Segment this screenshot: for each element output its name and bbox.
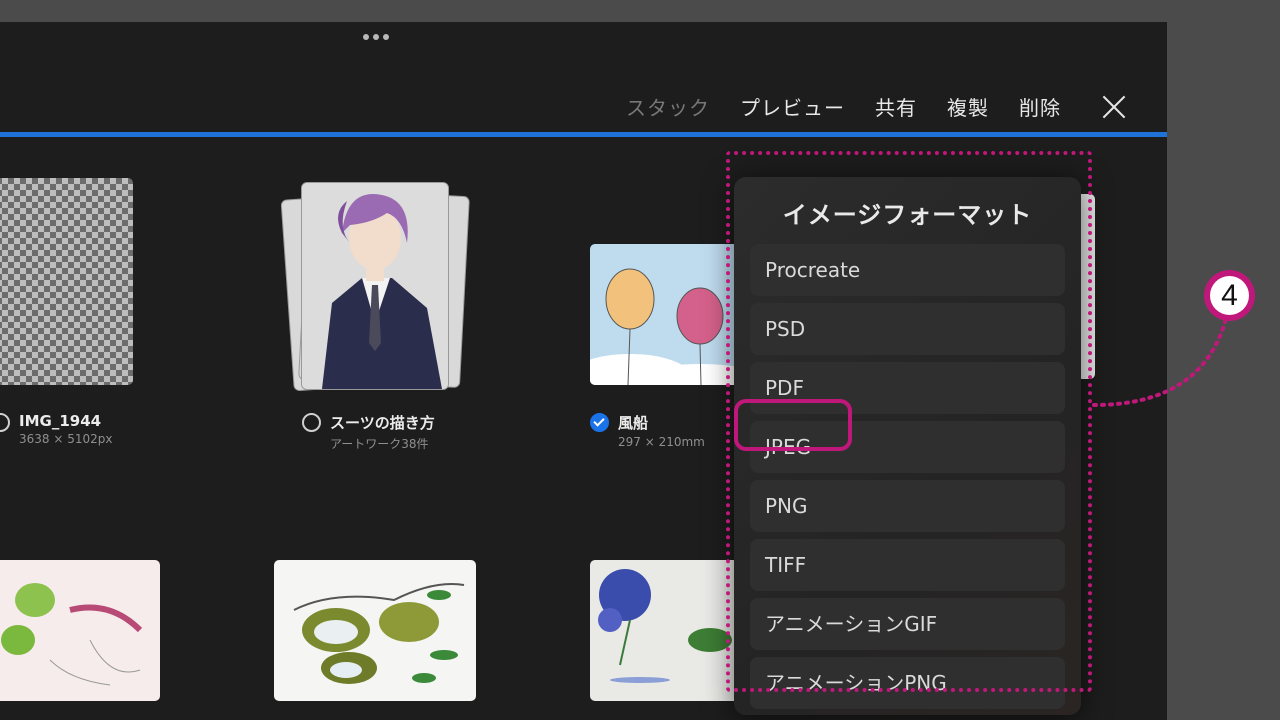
step-number: 4 [1210, 276, 1249, 315]
annotation-leader-line [1092, 320, 1227, 407]
step-number-badge: 4 [1204, 270, 1255, 321]
